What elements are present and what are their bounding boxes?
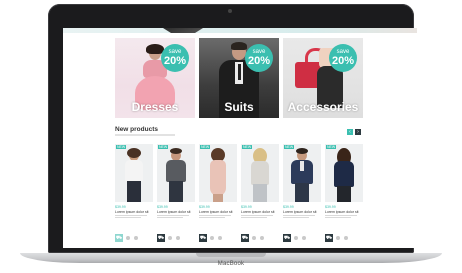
promo-dresses[interactable]: save 20% Dresses xyxy=(115,38,195,118)
product-name[interactable]: Lorem ipsum dolor sit xyxy=(325,210,358,214)
promo-accessories[interactable]: save 20% Accessories xyxy=(283,38,363,118)
cart-icon[interactable]: ⛟ xyxy=(157,234,165,242)
product-name[interactable]: Lorem ipsum dolor sit xyxy=(283,210,316,214)
heart-icon[interactable] xyxy=(336,236,340,240)
compare-icon[interactable] xyxy=(218,236,222,240)
promo-title: Dresses xyxy=(131,100,179,114)
product-desc-line xyxy=(115,215,147,216)
product-card[interactable]: NEW $39.99 Lorem ipsum dolor sit xyxy=(325,144,363,224)
product-name[interactable]: Lorem ipsum dolor sit xyxy=(199,210,232,214)
cart-icon[interactable]: ⛟ xyxy=(199,234,207,242)
heart-icon[interactable] xyxy=(126,236,130,240)
heart-icon[interactable] xyxy=(210,236,214,240)
product-card[interactable]: NEW $39.99 Lorem ipsum dolor sit xyxy=(157,144,195,224)
compare-icon[interactable] xyxy=(344,236,348,240)
product-desc-line xyxy=(325,217,351,218)
new-badge: NEW xyxy=(158,145,169,149)
product-price: $39.99 xyxy=(115,205,126,209)
laptop-notch xyxy=(196,253,266,257)
product-price: $39.99 xyxy=(283,205,294,209)
product-image xyxy=(157,144,195,202)
promo-title: Suits xyxy=(224,100,254,114)
product-image xyxy=(241,144,279,202)
hero-strip xyxy=(63,28,417,33)
product-price: $39.99 xyxy=(199,205,210,209)
product-image xyxy=(115,144,153,202)
new-products-header: New products ‹ › xyxy=(115,126,363,138)
heart-icon[interactable] xyxy=(252,236,256,240)
camera-icon xyxy=(228,9,232,13)
product-card[interactable]: NEW $39.99 Lorem ipsum dolor sit xyxy=(241,144,279,224)
product-desc-line xyxy=(241,215,273,216)
section-title: New products xyxy=(115,126,158,133)
product-desc-line xyxy=(241,217,267,218)
product-name[interactable]: Lorem ipsum dolor sit xyxy=(157,210,190,214)
product-card[interactable]: NEW $39.99 Lorem ipsum dolor sit xyxy=(115,144,153,224)
cart-icon[interactable]: ⛟ xyxy=(283,234,291,242)
discount-badge: save 20% xyxy=(245,44,273,72)
compare-icon[interactable] xyxy=(260,236,264,240)
discount-badge: save 20% xyxy=(329,44,357,72)
product-card[interactable]: NEW $39.99 Lorem ipsum dolor sit xyxy=(199,144,237,224)
chevron-right-icon[interactable]: › xyxy=(355,129,361,135)
product-desc-line xyxy=(283,217,309,218)
cart-icon[interactable]: ⛟ xyxy=(325,234,333,242)
heart-icon[interactable] xyxy=(168,236,172,240)
product-image xyxy=(283,144,321,202)
product-desc-line xyxy=(325,215,357,216)
product-price: $39.99 xyxy=(241,205,252,209)
product-desc-line xyxy=(157,215,189,216)
new-badge: NEW xyxy=(326,145,337,149)
product-image xyxy=(325,144,363,202)
product-actions-row: ⛟ ⛟ ⛟ ⛟ ⛟ ⛟ xyxy=(115,234,415,242)
shoe-image xyxy=(163,28,203,33)
promo-title: Accessories xyxy=(287,100,359,114)
product-card[interactable]: NEW $39.99 Lorem ipsum dolor sit xyxy=(283,144,321,224)
promo-suits[interactable]: save 20% Suits xyxy=(199,38,279,118)
new-badge: NEW xyxy=(200,145,211,149)
brand-label: MacBook xyxy=(217,261,245,267)
compare-icon[interactable] xyxy=(302,236,306,240)
discount-badge: save 20% xyxy=(161,44,189,72)
cart-icon[interactable]: ⛟ xyxy=(241,234,249,242)
new-badge: NEW xyxy=(284,145,295,149)
product-desc-line xyxy=(199,215,231,216)
product-desc-line xyxy=(199,217,225,218)
heart-icon[interactable] xyxy=(294,236,298,240)
compare-icon[interactable] xyxy=(134,236,138,240)
product-desc-line xyxy=(115,217,141,218)
website-screen: save 20% Dresses save 20% Suits save 20%… xyxy=(63,28,417,248)
compare-icon[interactable] xyxy=(176,236,180,240)
cart-icon[interactable]: ⛟ xyxy=(115,234,123,242)
section-divider xyxy=(115,134,175,136)
product-name[interactable]: Lorem ipsum dolor sit xyxy=(241,210,274,214)
product-desc-line xyxy=(283,215,315,216)
product-name[interactable]: Lorem ipsum dolor sit xyxy=(115,210,148,214)
chevron-left-icon[interactable]: ‹ xyxy=(347,129,353,135)
new-badge: NEW xyxy=(116,145,127,149)
product-price: $39.99 xyxy=(157,205,168,209)
new-badge: NEW xyxy=(242,145,253,149)
product-image xyxy=(199,144,237,202)
product-desc-line xyxy=(157,217,183,218)
product-price: $39.99 xyxy=(325,205,336,209)
